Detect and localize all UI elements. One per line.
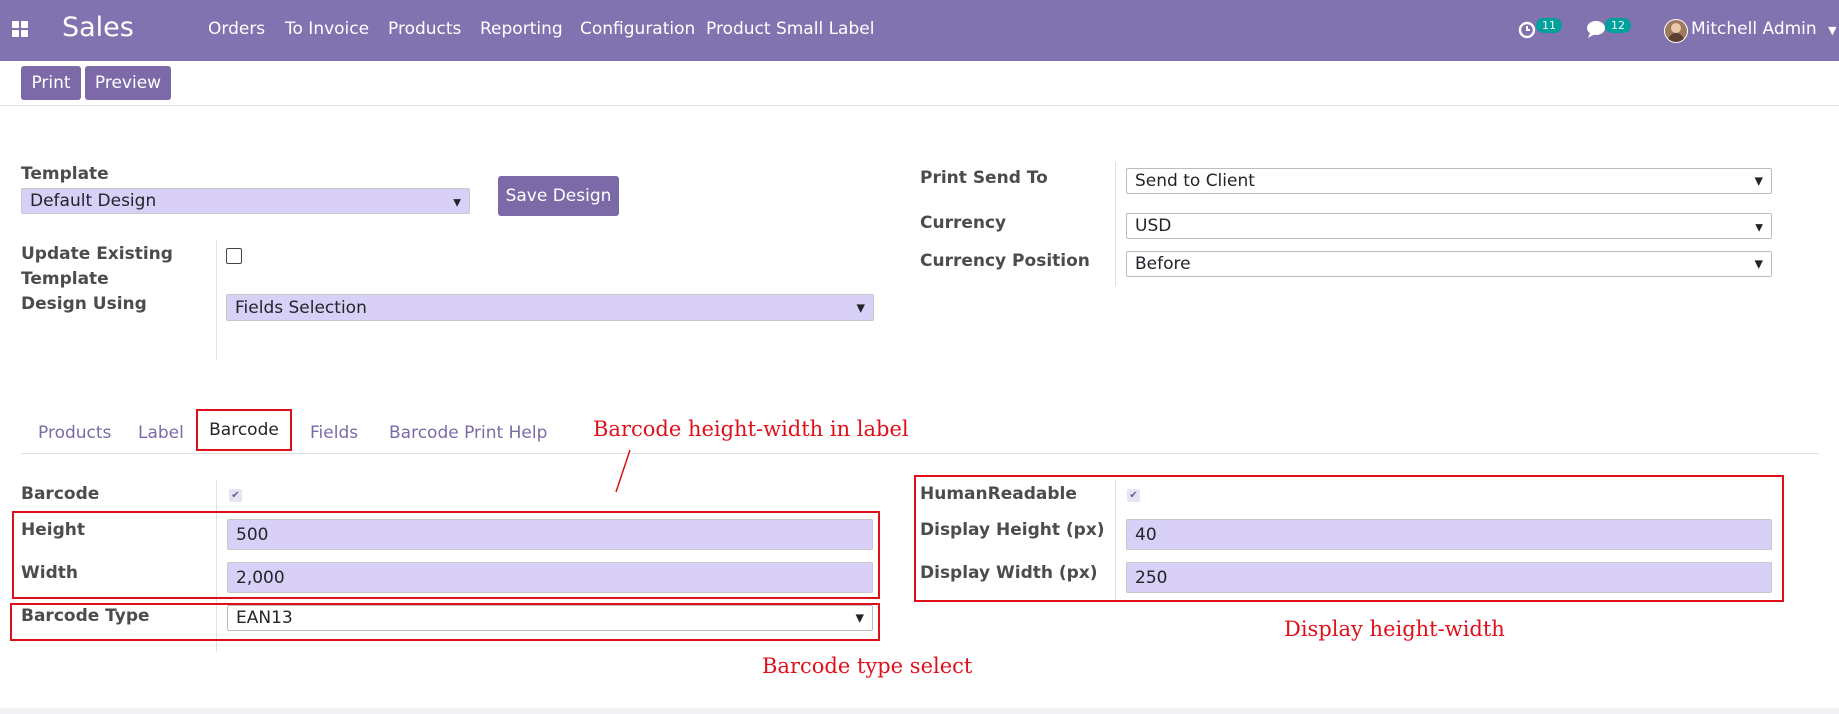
annotation-barcode-type: Barcode type select <box>762 654 973 678</box>
preview-button[interactable]: Preview <box>85 66 171 100</box>
print-send-to-value: Send to Client <box>1135 171 1255 191</box>
dropdown-caret-icon: ▼ <box>453 197 461 209</box>
menu-to-invoice[interactable]: To Invoice <box>285 19 369 39</box>
divider <box>1115 162 1116 286</box>
dropdown-caret-icon: ▼ <box>856 301 865 314</box>
annotation-pointer-line <box>615 449 631 493</box>
template-value: Default Design <box>30 191 157 211</box>
update-existing-label-line2: Template <box>21 269 109 289</box>
print-send-to-label: Print Send To <box>920 168 1048 188</box>
menu-orders[interactable]: Orders <box>208 19 265 39</box>
menu-product-small-label[interactable]: Product Small Label <box>706 19 874 39</box>
annotation-box-display <box>914 475 1784 602</box>
app-name[interactable]: Sales <box>62 12 134 43</box>
tab-fields[interactable]: Fields <box>310 423 358 443</box>
print-send-to-select[interactable]: Send to Client ▼ <box>1126 168 1772 194</box>
divider <box>216 240 217 360</box>
design-using-label: Design Using <box>21 294 147 314</box>
apps-grid-icon[interactable] <box>12 21 30 39</box>
control-panel: Print Preview <box>0 61 1839 106</box>
template-label: Template <box>21 164 109 184</box>
tab-barcode[interactable]: Barcode <box>196 409 292 451</box>
tab-barcode-print-help[interactable]: Barcode Print Help <box>389 423 547 443</box>
annotation-box-height-width <box>12 511 880 599</box>
dropdown-caret-icon: ▼ <box>1754 174 1763 188</box>
design-using-value: Fields Selection <box>235 297 367 318</box>
update-existing-label: Update Existing <box>21 244 173 264</box>
design-using-select[interactable]: Fields Selection ▼ <box>226 294 874 321</box>
print-button[interactable]: Print <box>21 66 81 100</box>
caret-down-icon: ▼ <box>1828 24 1837 37</box>
activity-badge: 11 <box>1536 18 1562 33</box>
activity-menu[interactable] <box>1518 19 1538 43</box>
annotation-box-barcode-type <box>10 603 880 641</box>
currency-position-label: Currency Position <box>920 251 1090 271</box>
annotation-display-hw: Display height-width <box>1284 617 1505 641</box>
menu-products[interactable]: Products <box>388 19 461 39</box>
currency-value: USD <box>1135 216 1172 236</box>
save-design-button[interactable]: Save Design <box>498 176 619 216</box>
menu-configuration[interactable]: Configuration <box>580 19 695 39</box>
dropdown-caret-icon: ▼ <box>1755 222 1763 234</box>
barcode-label: Barcode <box>21 484 100 504</box>
currency-label: Currency <box>920 213 1007 233</box>
bottom-strip <box>0 708 1839 714</box>
user-menu[interactable]: Mitchell Admin ▼ <box>1691 19 1837 39</box>
tabs-divider <box>21 453 1819 454</box>
menu-reporting[interactable]: Reporting <box>480 19 563 39</box>
update-existing-checkbox[interactable] <box>226 248 242 264</box>
currency-position-select[interactable]: Before ▼ <box>1126 251 1772 277</box>
barcode-checkbox[interactable]: ✔ <box>229 489 242 502</box>
user-name: Mitchell Admin <box>1691 19 1817 39</box>
currency-select[interactable]: USD ▼ <box>1126 213 1772 239</box>
avatar[interactable] <box>1664 19 1688 43</box>
tab-products[interactable]: Products <box>38 423 111 443</box>
annotation-barcode-hw: Barcode height-width in label <box>593 417 909 441</box>
tab-label[interactable]: Label <box>138 423 184 443</box>
messages-badge: 12 <box>1605 18 1631 33</box>
dropdown-caret-icon: ▼ <box>1754 257 1763 271</box>
clock-icon <box>1518 21 1536 39</box>
currency-position-value: Before <box>1135 254 1191 274</box>
template-select[interactable]: Default Design ▼ <box>21 188 470 214</box>
top-navbar: Sales Orders To Invoice Products Reporti… <box>0 0 1839 61</box>
